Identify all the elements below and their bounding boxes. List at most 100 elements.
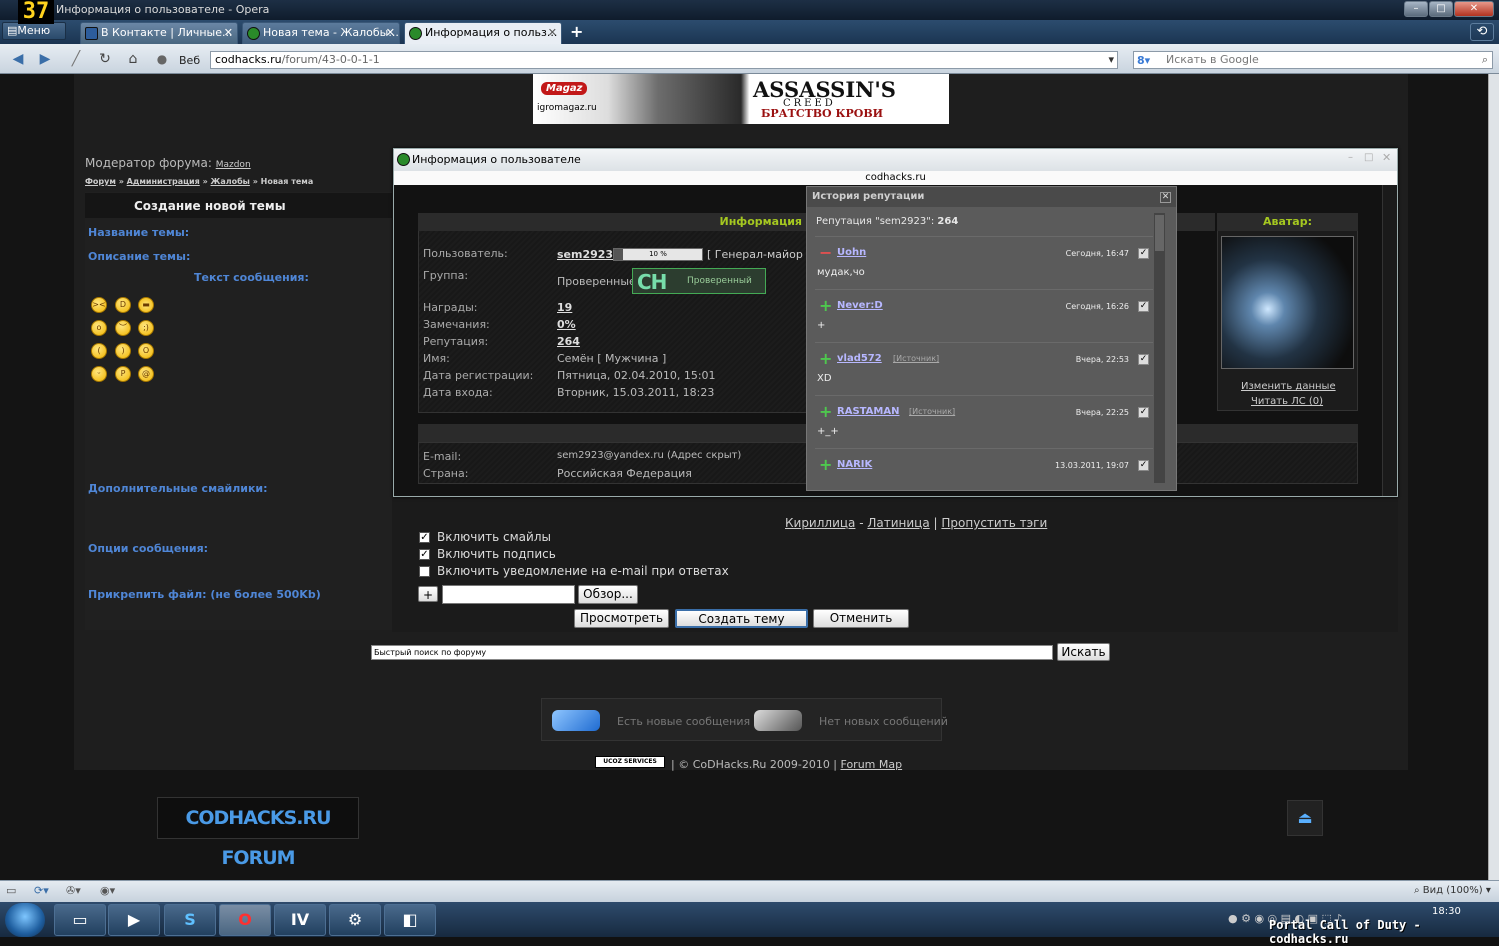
tab-new-topic[interactable]: Новая тема - Жалобы... ✕ [242,22,400,44]
search-icon[interactable]: ⌕ [1482,52,1488,68]
dropdown-icon[interactable]: ▾ [1108,52,1114,68]
scroll-thumb[interactable] [1155,215,1164,251]
smiley-tongue-icon[interactable]: P [115,366,131,382]
smiley-upset-icon[interactable]: ( [91,343,107,359]
maximize-button[interactable]: □ [1429,1,1453,17]
breadcrumb-forum[interactable]: Форум [85,177,116,186]
entry-nick[interactable]: NARIK [837,459,872,470]
start-button[interactable] [5,903,45,937]
smiley-grin-icon[interactable]: D [115,297,131,313]
create-topic-button[interactable]: Создать тему [675,609,808,628]
edit-profile-link[interactable]: Изменить данные [1241,381,1336,392]
gta-iv-icon[interactable]: IV [274,904,326,936]
entry-nick[interactable]: RASTAMAN [837,406,900,417]
smiley-confused-icon[interactable]: o [91,320,107,336]
close-button[interactable]: ✕ [1454,1,1494,17]
entry-source-link[interactable]: [Источник] [909,407,955,416]
popup-maximize-icon[interactable]: □ [1364,152,1373,163]
entry-checkbox[interactable]: ✓ [1138,301,1149,312]
app-icon[interactable]: ◧ [384,904,436,936]
add-file-button[interactable]: + [418,586,438,602]
reputation-history-window: История репутации ✕ Репутация "sem2923":… [806,186,1177,491]
media-player-icon[interactable]: ▶ [108,904,160,936]
cancel-button[interactable]: Отменить [813,609,909,628]
opera-menu-button[interactable]: ▤Меню [2,22,66,40]
quick-search-button[interactable]: Искать [1057,643,1110,661]
page-scrollbar[interactable] [1488,74,1499,880]
smiley-cool-icon[interactable]: ▬ [138,297,154,313]
smiley-smile-icon[interactable]: ) [115,343,131,359]
browse-button[interactable]: Обзор... [578,585,638,604]
enable-smilies-checkbox[interactable]: ✓ [419,532,430,543]
back-icon[interactable]: ◀ [8,50,28,68]
entry-checkbox[interactable]: ✓ [1138,460,1149,471]
file-path-input[interactable] [442,585,575,604]
skype-icon[interactable]: S [164,904,216,936]
reg-date-value: Пятница, 02.04.2010, 15:01 [557,369,716,382]
sync-icon[interactable]: ⟳▾ [34,884,49,897]
breadcrumb-admin[interactable]: Администрация [127,177,200,186]
opera-icon[interactable]: O [219,904,271,936]
tab-close-icon[interactable]: ✕ [224,23,233,43]
forum-map-link[interactable]: Forum Map [841,758,903,771]
tab-vkontakte[interactable]: В Контакте | Личные... ✕ [80,22,238,44]
forward-icon[interactable]: ▶ [35,50,55,68]
user-name-link[interactable]: sem2923 [557,248,613,261]
forum-logo[interactable]: CODHACKS.RU FORUM [157,797,359,869]
smiley-surprised-icon[interactable]: O [138,343,154,359]
breadcrumb-complaints[interactable]: Жалобы [211,177,250,186]
reload-icon[interactable]: ↻ [95,50,115,68]
scroll-top-icon[interactable]: ⏏ [1287,800,1323,836]
email-notify-checkbox[interactable] [419,566,430,577]
ad-banner[interactable]: Magaz igromagaz.ru ASSASSIN'S CREED БРАТ… [533,74,949,124]
search-field[interactable]: 8▾ Искать в Google ⌕ [1133,51,1493,69]
entry-nick[interactable]: Uohn [837,247,866,258]
zoom-label: Вид (100%) [1422,885,1483,896]
reputation-link[interactable]: 264 [557,335,580,348]
smiley-roll-icon[interactable]: @ [138,366,154,382]
popup-minimize-icon[interactable]: – [1348,152,1353,163]
smiley-angry-icon[interactable]: >< [91,297,107,313]
entry-checkbox[interactable]: ✓ [1138,354,1149,365]
awards-link[interactable]: 19 [557,301,572,314]
entry-checkbox[interactable]: ✓ [1138,407,1149,418]
unite-icon[interactable]: ✇▾ [66,884,81,897]
smiley-wink-icon[interactable]: ;) [138,320,154,336]
skip-tags-link[interactable]: Пропустить тэги [941,516,1047,530]
tab-user-info[interactable]: Информация о польз... ✕ [404,22,562,44]
explorer-icon[interactable]: ▭ [54,904,106,936]
popup-scrollbar[interactable] [1382,185,1397,496]
cyrillic-link[interactable]: Кириллица [785,516,855,530]
entry-nick[interactable]: vlad572 [837,353,882,364]
smiley-laugh-icon[interactable]: ᵕ [91,366,107,382]
new-tab-icon[interactable]: + [570,22,583,41]
ucoz-badge[interactable]: UCOZ SERVICES [595,756,665,768]
minimize-button[interactable]: – [1404,1,1428,17]
moderator-link[interactable]: Mazdon [216,160,251,170]
tab-close-icon[interactable]: ✕ [386,23,395,43]
quick-search-input[interactable]: Быстрый поиск по форуму [371,645,1053,660]
stop-icon[interactable]: ╱ [66,50,86,68]
entry-source-link[interactable]: [Источник] [893,354,939,363]
trash-icon[interactable]: ⟲ [1470,23,1494,41]
enable-signature-checkbox[interactable]: ✓ [419,549,430,560]
footer: | © CoDHacks.Ru 2009-2010 | Forum Map [671,758,902,771]
latin-link[interactable]: Латиница [867,516,929,530]
entry-checkbox[interactable]: ✓ [1138,248,1149,259]
reputation-close-icon[interactable]: ✕ [1160,192,1171,203]
zoom-control[interactable]: ⌕ Вид (100%) ▾ [1414,885,1491,896]
turbo-icon[interactable]: ◉▾ [100,884,115,897]
popup-close-icon[interactable]: ✕ [1382,151,1391,164]
tab-close-icon[interactable]: ✕ [548,23,557,43]
country-value: Российская Федерация [557,467,692,480]
read-pm-link[interactable]: Читать ЛС (0) [1251,396,1323,407]
reputation-scrollbar[interactable] [1154,213,1165,483]
url-field[interactable]: codhacks.ru/forum/43-0-0-1-1 ▾ [210,51,1118,69]
panel-toggle-icon[interactable]: ▭ [6,884,16,897]
home-icon[interactable]: ⌂ [123,50,143,68]
entry-nick[interactable]: Never:D [837,300,883,311]
warnings-link[interactable]: 0% [557,318,576,331]
preview-button[interactable]: Просмотреть [574,609,669,628]
smiley-sad-icon[interactable]: ︶ [115,320,131,336]
steam-icon[interactable]: ⚙ [329,904,381,936]
